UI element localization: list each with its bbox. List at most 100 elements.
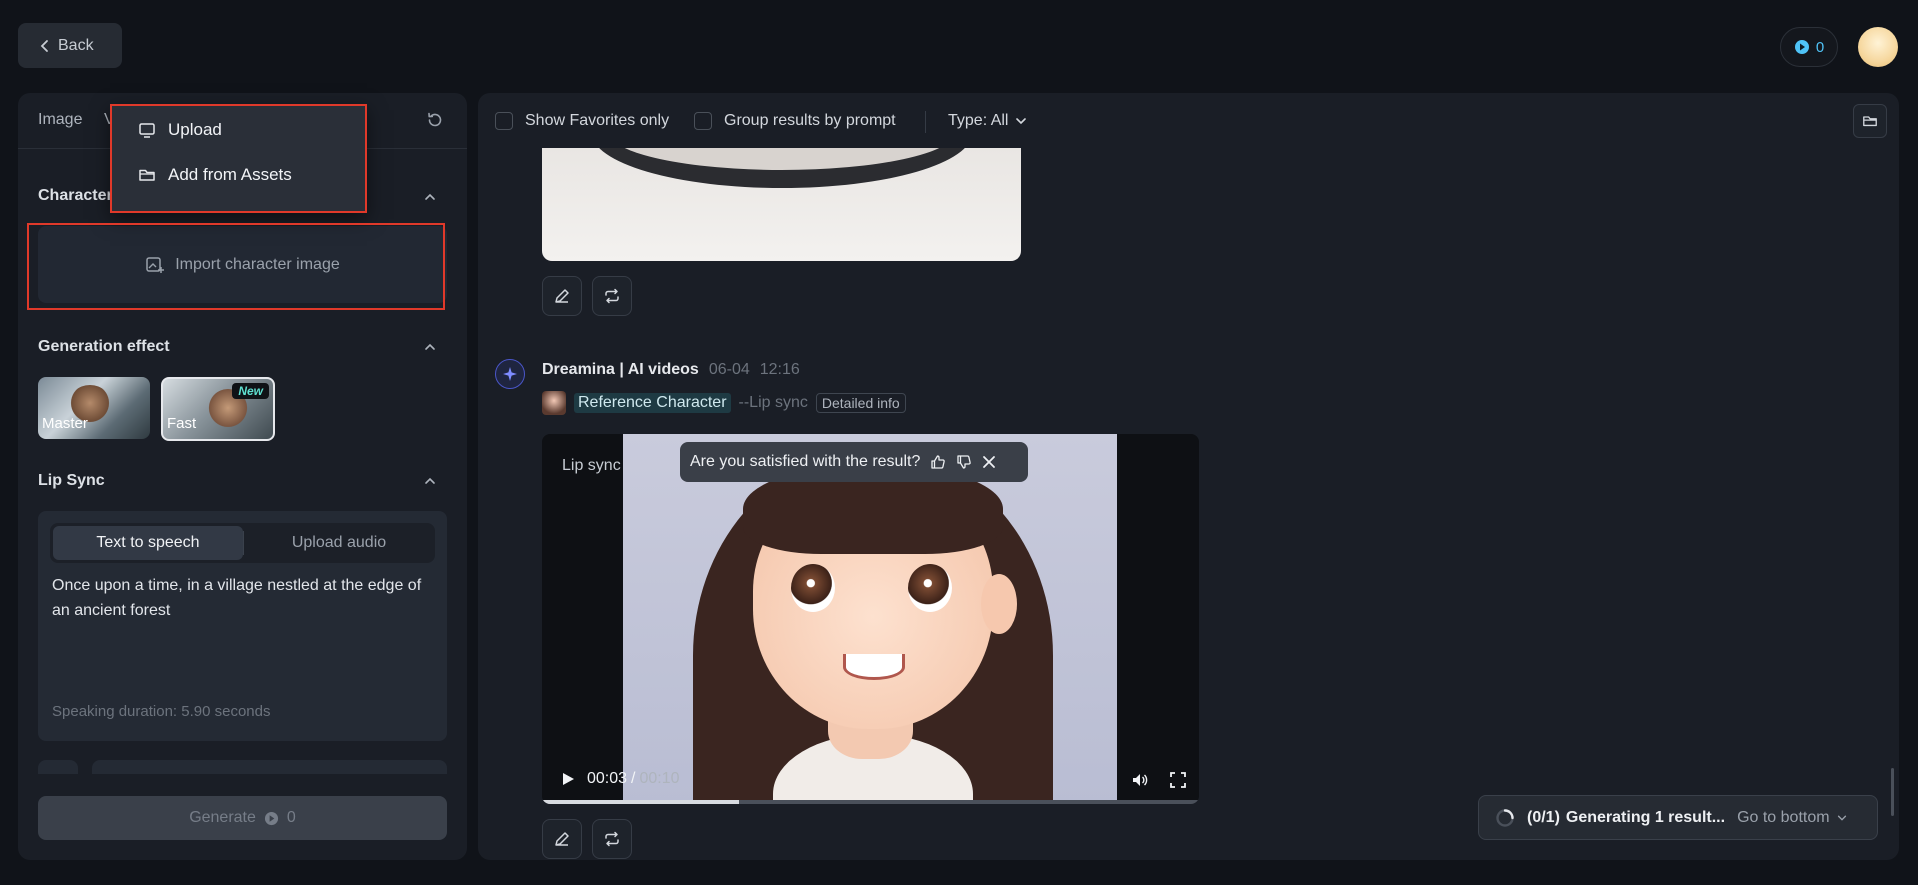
result-date: 06-04	[708, 361, 750, 378]
character-ear	[981, 574, 1017, 634]
edit-button[interactable]	[542, 276, 582, 316]
favorites-checkbox[interactable]	[495, 112, 513, 130]
type-filter-label: Type: All	[948, 112, 1009, 129]
repeat-icon	[605, 288, 619, 304]
effect-master-label: Master	[42, 415, 88, 432]
tab-upload-audio[interactable]: Upload audio	[246, 526, 432, 560]
fullscreen-icon[interactable]	[1169, 771, 1187, 789]
speaking-duration: Speaking duration: 5.90 seconds	[52, 703, 271, 720]
result-header: Dreamina | AI videos 06-04 12:16	[542, 361, 800, 379]
lip-sync-title: Lip Sync	[38, 472, 105, 489]
chevron-left-icon	[40, 39, 48, 52]
tab-image[interactable]: Image	[38, 111, 82, 129]
effect-fast-option[interactable]: New Fast	[161, 377, 275, 441]
upload-dropdown-menu: Upload Add from Assets	[110, 104, 367, 213]
scrollbar-thumb[interactable]	[1891, 768, 1894, 816]
status-message: Generating 1 result...	[1565, 808, 1726, 826]
effect-master-option[interactable]: Master	[38, 377, 150, 439]
video-frame	[623, 434, 1117, 804]
detailed-info-button[interactable]: Detailed info	[815, 393, 906, 413]
type-filter-dropdown[interactable]: Type: All	[948, 112, 1028, 130]
credits-count: 0	[1815, 38, 1825, 56]
repeat-icon	[605, 831, 619, 847]
voice-select[interactable]	[92, 760, 447, 774]
close-icon[interactable]	[982, 455, 996, 469]
user-avatar[interactable]	[1858, 27, 1898, 67]
chevron-up-icon[interactable]	[423, 190, 437, 204]
character-eye-right	[908, 564, 952, 612]
result-time: 12:16	[759, 361, 800, 378]
generate-button[interactable]: Generate 0	[38, 796, 447, 840]
chevron-up-icon[interactable]	[423, 340, 437, 354]
monitor-icon	[139, 123, 155, 138]
dreamina-logo	[495, 359, 525, 389]
folder-icon	[1863, 116, 1877, 127]
go-to-bottom-label: Go to bottom	[1737, 808, 1830, 826]
regenerate-button[interactable]	[592, 276, 632, 316]
current-time: 00:03	[587, 770, 628, 787]
go-to-bottom-button[interactable]: Go to bottom	[1737, 809, 1848, 827]
menu-item-assets[interactable]: Add from Assets	[138, 165, 292, 185]
voice-chip[interactable]	[38, 760, 78, 774]
results-panel: Show Favorites only Group results by pro…	[478, 93, 1899, 860]
upload-label: Upload	[168, 120, 222, 139]
tab-separator	[243, 531, 244, 555]
reference-character-tag[interactable]: Reference Character	[574, 393, 731, 413]
lip-sync-tab-group: Text to speech Upload audio	[50, 523, 435, 563]
credits-badge[interactable]: 0	[1780, 27, 1838, 67]
script-textarea[interactable]: Once upon a time, in a village nestled a…	[52, 573, 432, 623]
regenerate-button[interactable]	[592, 819, 632, 859]
video-duration: 00:10	[639, 770, 680, 787]
effect-fast-label: Fast	[167, 415, 197, 432]
reference-thumbnail	[542, 391, 566, 415]
new-badge: New	[232, 383, 269, 399]
volume-icon[interactable]	[1131, 771, 1149, 789]
group-checkbox[interactable]	[694, 112, 712, 130]
menu-item-upload[interactable]: Upload	[138, 120, 222, 140]
result-mode: --Lip sync	[738, 394, 808, 411]
generation-effect-title: Generation effect	[38, 338, 170, 355]
back-button[interactable]: Back	[18, 23, 122, 68]
import-highlight-box	[27, 223, 445, 310]
sparkle-icon	[503, 367, 517, 381]
play-icon[interactable]	[560, 771, 576, 787]
generate-label: Generate	[189, 809, 256, 826]
credit-coin-icon	[264, 811, 278, 825]
status-count: (0/1)	[1527, 808, 1560, 826]
result-author: Dreamina | AI videos	[542, 361, 699, 378]
character-mouth	[843, 654, 905, 680]
edit-button[interactable]	[542, 819, 582, 859]
video-overlay-label: Lip sync	[562, 457, 621, 474]
group-label: Group results by prompt	[724, 112, 896, 129]
video-progress-fill	[542, 800, 740, 804]
feedback-prompt: Are you satisfied with the result?	[680, 442, 1028, 482]
folder-icon	[139, 169, 155, 181]
favorites-toggle[interactable]: Show Favorites only	[495, 112, 669, 130]
chevron-down-icon	[1016, 118, 1027, 125]
spinner-icon	[1496, 808, 1514, 827]
feedback-question: Are you satisfied with the result?	[690, 453, 921, 470]
result-prompt-row: Reference Character --Lip sync Detailed …	[542, 391, 906, 415]
generation-status-toast: (0/1) Generating 1 result... Go to botto…	[1478, 795, 1878, 840]
pencil-icon	[555, 832, 569, 846]
time-separator: /	[631, 770, 636, 787]
asset-folder-button[interactable]	[1853, 104, 1887, 138]
reset-icon[interactable]	[426, 111, 444, 129]
toolbar-divider	[925, 111, 926, 133]
group-toggle[interactable]: Group results by prompt	[694, 112, 896, 130]
chevron-down-icon	[1837, 815, 1846, 821]
assets-label: Add from Assets	[168, 165, 292, 184]
thumbs-down-icon[interactable]	[956, 454, 972, 470]
previous-result-image[interactable]	[542, 148, 1021, 261]
credit-coin-icon	[1794, 40, 1809, 54]
character-eye-left	[791, 564, 835, 612]
back-label: Back	[58, 36, 94, 54]
thumbs-up-icon[interactable]	[930, 454, 946, 470]
chevron-up-icon[interactable]	[423, 474, 437, 488]
video-timecode: 00:03 / 00:10	[587, 770, 680, 788]
shirt-collar	[592, 148, 972, 188]
video-progress-track[interactable]	[542, 800, 1199, 804]
tab-text-to-speech[interactable]: Text to speech	[53, 526, 243, 560]
video-player[interactable]: Lip sync Are you satisfied with the resu…	[542, 434, 1199, 804]
character-section-title: Character	[38, 187, 113, 204]
